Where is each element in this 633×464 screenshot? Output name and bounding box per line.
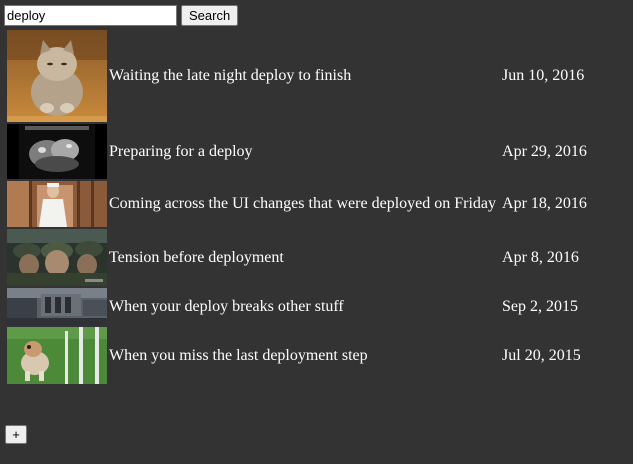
add-button[interactable]: + (5, 425, 27, 444)
table-row[interactable]: Coming across the UI changes that were d… (7, 181, 604, 227)
dog-agility-poles-thumbnail[interactable] (7, 327, 107, 384)
result-title[interactable]: Preparing for a deploy (109, 124, 500, 179)
table-row[interactable]: Preparing for a deploy Apr 29, 2016 (7, 124, 604, 179)
table-row[interactable]: When your deploy breaks other stuff Sep … (7, 288, 604, 325)
result-title[interactable]: Waiting the late night deploy to finish (109, 30, 500, 122)
result-date: Apr 18, 2016 (502, 195, 587, 212)
result-date: Apr 29, 2016 (502, 142, 587, 160)
result-date: Sep 2, 2015 (502, 297, 579, 315)
result-title[interactable]: Coming across the UI changes that were d… (109, 181, 500, 227)
search-button[interactable]: Search (181, 5, 239, 26)
result-title[interactable]: Tension before deployment (109, 229, 500, 286)
table-row[interactable]: Tension before deployment Apr 8, 2016 (7, 229, 604, 286)
table-row[interactable]: Waiting the late night deploy to finish … (7, 30, 604, 122)
result-date: Jul 20, 2015 (502, 346, 581, 364)
man-in-white-robe-thumbnail[interactable] (7, 181, 107, 227)
result-date: Apr 8, 2016 (502, 248, 579, 266)
table-row[interactable]: When you miss the last deployment step J… (7, 327, 604, 384)
result-title[interactable]: When you miss the last deployment step (109, 327, 500, 384)
kitten-falling-asleep-thumbnail[interactable] (7, 30, 107, 122)
result-title[interactable]: When your deploy breaks other stuff (109, 288, 500, 325)
search-bar: Search (4, 5, 239, 26)
results-table: Waiting the late night deploy to finish … (5, 28, 606, 386)
soldiers-in-boat-thumbnail[interactable] (7, 229, 107, 286)
truck-crash-thumbnail[interactable] (7, 288, 107, 325)
black-and-white-dogs-thumbnail[interactable] (7, 124, 107, 179)
search-input[interactable] (4, 5, 177, 26)
result-date: Jun 10, 2016 (502, 67, 585, 84)
